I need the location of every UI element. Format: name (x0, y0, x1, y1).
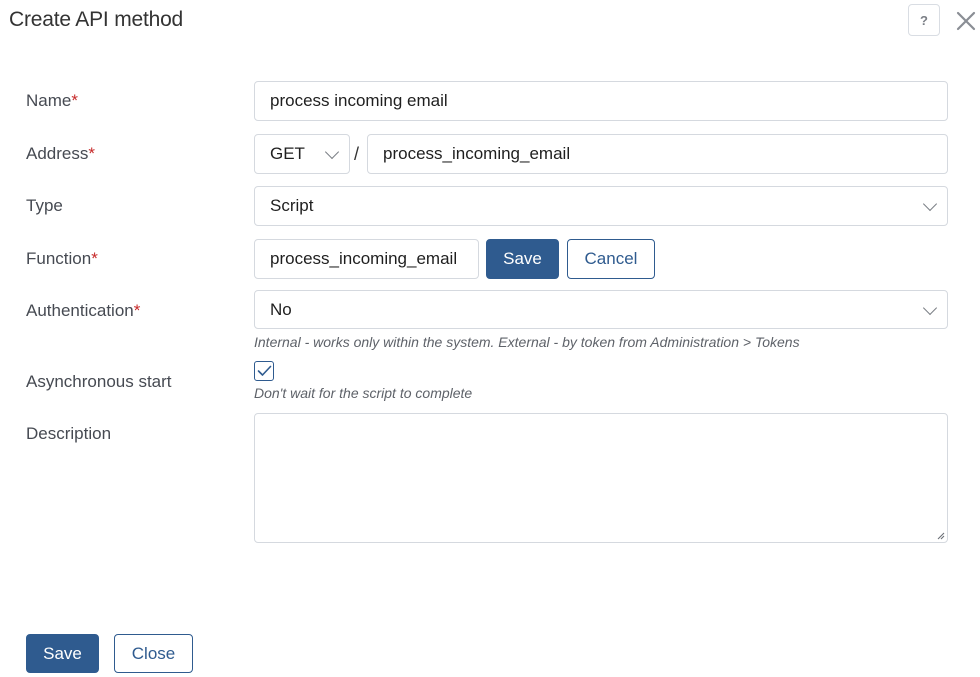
async-hint: Don't wait for the script to complete (254, 385, 473, 401)
description-label-text: Description (26, 424, 112, 443)
address-path-input[interactable] (367, 134, 948, 174)
question-mark-icon: ? (920, 12, 928, 28)
function-label: Function* (26, 249, 98, 269)
authentication-label-text: Authentication (26, 301, 134, 320)
description-label: Description (26, 424, 111, 444)
authentication-select[interactable]: No (254, 290, 948, 329)
close-icon[interactable] (955, 10, 977, 32)
authentication-hint: Internal - works only within the system.… (254, 334, 800, 350)
type-select[interactable]: Script (254, 186, 948, 226)
required-mark: * (71, 91, 78, 110)
close-button[interactable]: Close (114, 634, 193, 673)
async-label-text: Asynchronous start (26, 372, 172, 391)
function-cancel-button[interactable]: Cancel (567, 239, 655, 279)
address-separator: / (354, 144, 360, 164)
address-label-text: Address (26, 144, 89, 163)
function-label-text: Function (26, 249, 92, 268)
authentication-label: Authentication* (26, 301, 140, 321)
function-save-button[interactable]: Save (486, 239, 559, 279)
type-label-text: Type (26, 196, 63, 215)
name-label: Name* (26, 91, 78, 111)
name-label-text: Name (26, 91, 72, 110)
async-checkbox[interactable] (254, 361, 274, 381)
resize-grip-icon[interactable] (935, 530, 945, 540)
required-mark: * (91, 249, 98, 268)
address-label: Address* (26, 144, 95, 164)
chevron-down-icon (922, 196, 938, 212)
http-method-value: GET (270, 144, 305, 163)
chevron-down-icon (324, 144, 340, 160)
save-button[interactable]: Save (26, 634, 99, 673)
dialog-title: Create API method (9, 8, 184, 31)
description-textarea[interactable] (254, 413, 948, 543)
required-mark: * (133, 301, 141, 320)
authentication-value: No (270, 299, 292, 319)
name-input[interactable] (254, 81, 948, 121)
help-button[interactable]: ? (908, 4, 940, 36)
async-label: Asynchronous start (26, 372, 172, 392)
required-mark: * (88, 144, 95, 163)
function-input[interactable] (254, 239, 479, 279)
type-label: Type (26, 196, 63, 216)
chevron-down-icon (922, 300, 938, 315)
type-value: Script (270, 196, 314, 215)
http-method-select[interactable]: GET (254, 134, 350, 174)
checkmark-icon (257, 365, 272, 376)
